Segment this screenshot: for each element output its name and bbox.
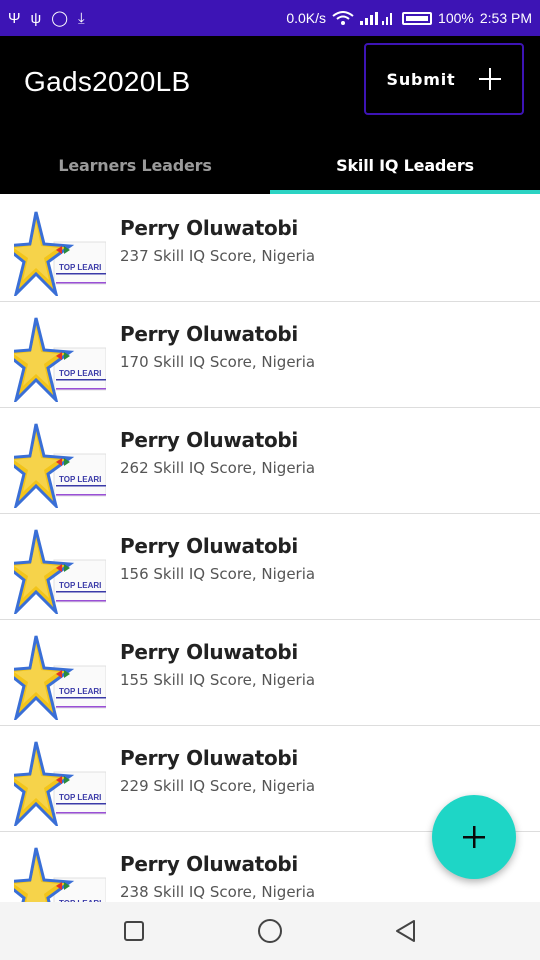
- tab-skill-iq-leaders[interactable]: Skill IQ Leaders: [270, 136, 540, 194]
- recent-apps-button[interactable]: [121, 918, 147, 944]
- tab-bar: Learners Leaders Skill IQ Leaders: [0, 136, 540, 194]
- download-icon: ⤓: [78, 9, 85, 27]
- clock: 2:53 PM: [479, 10, 532, 26]
- skill-iq-badge-icon: TOP LEARI: [14, 210, 106, 296]
- svg-text:TOP LEARI: TOP LEARI: [59, 263, 101, 272]
- submit-label: Submit: [386, 69, 456, 89]
- skill-iq-badge-icon: TOP LEARI: [14, 634, 106, 720]
- leader-detail: 237 Skill IQ Score, Nigeria: [120, 247, 316, 265]
- wifi-icon: [332, 11, 354, 25]
- back-icon: [396, 920, 415, 942]
- list-item[interactable]: TOP LEARI Perry Oluwatobi 155 Skill IQ S…: [0, 620, 540, 726]
- leader-name: Perry Oluwatobi: [120, 640, 298, 664]
- network-speed: 0.0K/s: [286, 10, 327, 26]
- signal-icon: [360, 12, 393, 25]
- list-item[interactable]: TOP LEARI Perry Oluwatobi 262 Skill IQ S…: [0, 408, 540, 514]
- leader-name: Perry Oluwatobi: [120, 322, 298, 346]
- svg-text:TOP LEARI: TOP LEARI: [59, 687, 101, 696]
- skill-iq-badge-icon: TOP LEARI: [14, 422, 106, 508]
- usb-icon: Ψ: [8, 9, 21, 27]
- svg-text:TOP LEARI: TOP LEARI: [59, 793, 101, 802]
- back-button[interactable]: [393, 918, 419, 944]
- leader-name: Perry Oluwatobi: [120, 216, 298, 240]
- skill-iq-badge-icon: TOP LEARI: [14, 316, 106, 402]
- home-button[interactable]: [257, 918, 283, 944]
- skill-iq-badge-icon: TOP LEARI: [14, 740, 106, 826]
- leader-detail: 262 Skill IQ Score, Nigeria: [120, 459, 316, 477]
- submit-button[interactable]: Submit: [364, 43, 524, 115]
- app-title: Gads2020LB: [24, 66, 191, 97]
- tab-learners-leaders[interactable]: Learners Leaders: [0, 136, 270, 194]
- usb-alt-icon: ψ: [30, 9, 42, 27]
- list-item[interactable]: TOP LEARI Perry Oluwatobi 237 Skill IQ S…: [0, 196, 540, 302]
- leader-detail: 155 Skill IQ Score, Nigeria: [120, 671, 316, 689]
- status-right: 0.0K/s 100% 2:53 PM: [286, 10, 532, 26]
- leader-name: Perry Oluwatobi: [120, 746, 298, 770]
- battery-level: 100%: [438, 10, 474, 26]
- leader-detail: 238 Skill IQ Score, Nigeria: [120, 883, 316, 901]
- status-left-icons: Ψ ψ ◯ ⤓: [8, 9, 85, 28]
- home-icon: [258, 919, 282, 943]
- list-item[interactable]: TOP LEARI Perry Oluwatobi 156 Skill IQ S…: [0, 514, 540, 620]
- plus-icon: [479, 68, 502, 90]
- skill-iq-badge-icon: TOP LEARI: [14, 846, 106, 902]
- add-fab-button[interactable]: [432, 795, 516, 879]
- leader-detail: 156 Skill IQ Score, Nigeria: [120, 565, 316, 583]
- leader-name: Perry Oluwatobi: [120, 428, 298, 452]
- svg-text:TOP LEARI: TOP LEARI: [59, 369, 101, 378]
- leader-name: Perry Oluwatobi: [120, 534, 298, 558]
- skill-iq-badge-icon: TOP LEARI: [14, 528, 106, 614]
- recent-apps-icon: [124, 921, 144, 941]
- system-nav-bar: [0, 902, 540, 960]
- chat-icon: ◯: [51, 10, 69, 27]
- battery-icon: [402, 11, 433, 25]
- leader-detail: 229 Skill IQ Score, Nigeria: [120, 777, 316, 795]
- leader-detail: 170 Skill IQ Score, Nigeria: [120, 353, 316, 371]
- leader-name: Perry Oluwatobi: [120, 852, 298, 876]
- svg-text:TOP LEARI: TOP LEARI: [59, 581, 101, 590]
- leader-list[interactable]: TOP LEARI Perry Oluwatobi 237 Skill IQ S…: [0, 196, 540, 902]
- status-bar: Ψ ψ ◯ ⤓ 0.0K/s 100% 2:53 PM: [0, 0, 540, 36]
- app-bar: Gads2020LB Submit Learners Leaders Skill…: [0, 36, 540, 194]
- svg-text:TOP LEARI: TOP LEARI: [59, 475, 101, 484]
- plus-icon: [463, 826, 485, 848]
- list-item[interactable]: TOP LEARI Perry Oluwatobi 170 Skill IQ S…: [0, 302, 540, 408]
